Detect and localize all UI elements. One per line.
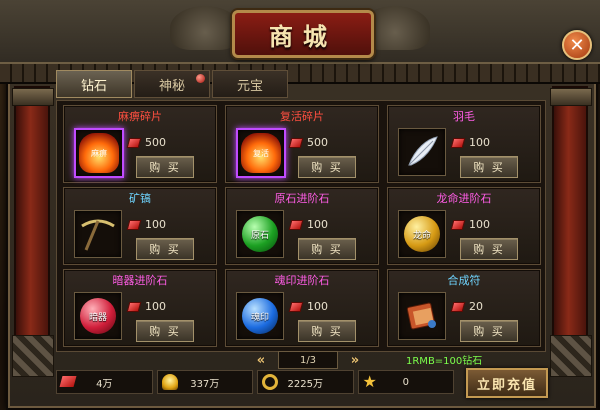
diamond-balance: 4万 [56, 370, 153, 394]
close-icon: ✕ [569, 34, 585, 56]
pickaxe-icon [81, 219, 115, 251]
item-name: 复活碎片 [280, 110, 324, 123]
diamond-icon [288, 219, 304, 230]
item-price: 500 [126, 136, 166, 149]
item-slot[interactable]: 原石 [236, 210, 284, 258]
diamond-icon [450, 301, 466, 312]
green-orb-icon: 原石 [242, 216, 278, 252]
buy-button[interactable]: 购 买 [298, 238, 356, 260]
currency-bar: 4万 337万 2225万 ★ 0 [56, 366, 458, 396]
buy-button[interactable]: 购 买 [136, 320, 194, 342]
notification-dot-icon [196, 74, 205, 83]
item-price: 100 [450, 218, 490, 231]
buy-button[interactable]: 购 买 [460, 238, 518, 260]
shop-item: 龙命进阶石 龙命 100 购 买 [387, 187, 541, 265]
item-price: 100 [288, 300, 328, 313]
shop-item: 麻痹碎片 麻痹 500 购 买 [63, 105, 217, 183]
item-price: 100 [126, 300, 166, 313]
item-name: 暗器进阶石 [112, 274, 168, 287]
exchange-rate: 1RMB=100钻石 [406, 356, 483, 367]
item-slot[interactable] [398, 292, 446, 340]
shop-item: 原石进阶石 原石 100 购 买 [225, 187, 379, 265]
item-price: 100 [288, 218, 328, 231]
tab-label: 元宝 [236, 78, 263, 94]
item-name: 麻痹碎片 [118, 110, 162, 123]
gold-orb-icon: 龙命 [404, 216, 440, 252]
blue-orb-icon: 魂印 [242, 298, 278, 334]
right-pillar [550, 86, 592, 377]
buy-button[interactable]: 购 买 [460, 156, 518, 178]
left-dragon-ornament [170, 6, 240, 50]
tab-bar: 钻石 神秘 元宝 [56, 70, 290, 98]
recharge-button[interactable]: 立即充值 [466, 368, 548, 398]
item-price: 100 [126, 218, 166, 231]
item-name: 合成符 [447, 274, 481, 287]
buy-button[interactable]: 购 买 [136, 238, 194, 260]
item-name: 原石进阶石 [274, 192, 330, 205]
diamond-icon [126, 301, 142, 312]
item-slot[interactable]: 暗器 [74, 292, 122, 340]
star-icon: ★ [362, 372, 377, 391]
item-slot[interactable] [398, 128, 446, 176]
tab-label: 钻石 [80, 78, 107, 94]
diamond-icon [450, 219, 466, 230]
item-name: 矿镐 [129, 192, 151, 205]
red-orb-icon: 暗器 [80, 298, 116, 334]
item-price: 100 [450, 136, 490, 149]
item-name: 羽毛 [453, 110, 475, 123]
tab-label: 神秘 [158, 78, 185, 94]
shop-item: 羽毛 100 购 买 [387, 105, 541, 183]
scroll-icon [406, 302, 436, 330]
ring-balance: 2225万 [257, 370, 354, 394]
shop-item: 魂印进阶石 魂印 100 购 买 [225, 269, 379, 347]
diamond-icon [450, 137, 466, 148]
buy-button[interactable]: 购 买 [460, 320, 518, 342]
star-balance: ★ 0 [357, 370, 454, 394]
page-title: 商城 [269, 21, 337, 51]
diamond-icon [126, 137, 142, 148]
buy-button[interactable]: 购 买 [298, 156, 356, 178]
item-name: 魂印进阶石 [274, 274, 330, 287]
shop-item: 矿镐 100 购 买 [63, 187, 217, 265]
left-pillar [12, 86, 54, 377]
buy-button[interactable]: 购 买 [136, 156, 194, 178]
diamond-icon [59, 376, 77, 387]
tab-yuanbao[interactable]: 元宝 [212, 70, 288, 98]
item-slot[interactable]: 魂印 [236, 292, 284, 340]
item-price: 500 [288, 136, 328, 149]
item-name: 龙命进阶石 [436, 192, 492, 205]
diamond-icon [288, 301, 304, 312]
fire-relic-icon: 麻痹 [79, 133, 119, 173]
item-slot[interactable]: 龙命 [398, 210, 446, 258]
tab-mystery[interactable]: 神秘 [134, 70, 210, 98]
diamond-icon [126, 219, 142, 230]
title-plaque: 商城 [232, 10, 374, 58]
ingot-balance: 337万 [156, 370, 253, 394]
diamond-icon [288, 137, 304, 148]
item-grid: 麻痹碎片 麻痹 500 购 买 复活碎片 复活 500 购 买 羽毛 100 购… [56, 100, 546, 352]
feather-icon [408, 136, 438, 166]
gold-ingot-icon [161, 374, 178, 390]
tab-diamond[interactable]: 钻石 [56, 70, 132, 98]
gold-ring-icon [262, 374, 278, 390]
buy-button[interactable]: 购 买 [298, 320, 356, 342]
shop-item: 复活碎片 复活 500 购 买 [225, 105, 379, 183]
item-slot[interactable]: 麻痹 [74, 128, 124, 178]
close-button[interactable]: ✕ [562, 30, 592, 60]
item-slot[interactable]: 复活 [236, 128, 286, 178]
item-slot[interactable] [74, 210, 122, 258]
fire-relic-icon: 复活 [241, 133, 281, 173]
item-price: 20 [450, 300, 483, 313]
shop-item: 合成符 20 购 买 [387, 269, 541, 347]
shop-item: 暗器进阶石 暗器 100 购 买 [63, 269, 217, 347]
